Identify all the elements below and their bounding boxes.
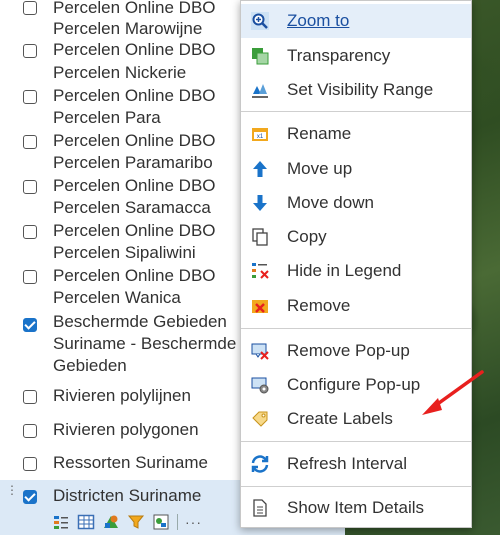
menu-item-remove-popup[interactable]: Remove Pop-up — [241, 334, 471, 368]
toolbar-divider — [177, 514, 178, 530]
layer-label: Percelen Para — [53, 108, 161, 127]
menu-item-configure-popup[interactable]: Configure Pop-up — [241, 368, 471, 402]
copy-icon — [249, 226, 271, 248]
zoom-to-icon — [249, 10, 271, 32]
refresh-icon — [249, 453, 271, 475]
layer-label: Suriname - Beschermde — [53, 334, 237, 353]
layer-label: Beschermde Gebieden — [53, 312, 227, 331]
menu-item-label: Show Item Details — [287, 498, 424, 517]
transparency-icon — [249, 45, 271, 67]
layer-label: Percelen Marowijne — [53, 19, 203, 38]
menu-item-label: Move up — [287, 159, 353, 178]
arrow-down-icon — [249, 192, 271, 214]
filter-icon[interactable] — [127, 513, 145, 531]
menu-item-label: Remove — [287, 296, 351, 315]
menu-item-label: Set Visibility Range — [287, 80, 434, 99]
more-options-icon[interactable]: ··· — [185, 514, 202, 530]
layer-label: Percelen Online DBO — [53, 40, 216, 59]
menu-item-show-item-details[interactable]: Show Item Details — [241, 491, 471, 525]
menu-item-move-down[interactable]: Move down — [241, 186, 471, 220]
menu-separator — [241, 111, 471, 112]
menu-item-label: Copy — [287, 227, 327, 246]
menu-item-zoom-to[interactable]: Zoom to — [241, 4, 471, 38]
menu-item-label: Move down — [287, 193, 374, 212]
arrow-up-icon — [249, 158, 271, 180]
rename-icon: x1 — [249, 123, 271, 145]
layer-checkbox[interactable] — [23, 424, 37, 438]
layer-checkbox[interactable] — [23, 180, 37, 194]
layer-label: Rivieren polylijnen — [53, 386, 191, 405]
layer-label: Districten Suriname — [53, 486, 202, 505]
layer-label: Percelen Paramaribo — [53, 153, 213, 172]
menu-separator — [241, 486, 471, 487]
create-labels-icon — [249, 408, 271, 430]
layer-label: Percelen Online DBO — [53, 86, 216, 105]
layer-checkbox[interactable] — [23, 90, 37, 104]
hide-legend-icon — [249, 260, 271, 282]
remove-popup-icon — [249, 340, 271, 362]
menu-item-label: Remove Pop-up — [287, 341, 410, 360]
context-menu: Zoom to Transparency Set Visibility Rang… — [240, 0, 472, 528]
layer-checkbox[interactable] — [23, 225, 37, 239]
menu-separator — [241, 441, 471, 442]
layer-checkbox[interactable] — [23, 457, 37, 471]
layer-toolbar: ··· — [52, 512, 202, 532]
layer-label: Percelen Online DBO — [53, 0, 216, 17]
menu-item-hide-in-legend[interactable]: Hide in Legend — [241, 254, 471, 288]
layer-label: Ressorten Suriname — [53, 453, 208, 472]
layer-label: Gebieden — [53, 356, 127, 375]
menu-item-set-visibility-range[interactable]: Set Visibility Range — [241, 73, 471, 107]
svg-text:x1: x1 — [257, 134, 264, 140]
layer-checkbox[interactable] — [23, 135, 37, 149]
change-style-icon[interactable] — [102, 513, 120, 531]
configure-popup-icon — [249, 374, 271, 396]
layer-label: Percelen Online DBO — [53, 131, 216, 150]
menu-item-move-up[interactable]: Move up — [241, 152, 471, 186]
item-details-icon — [249, 497, 271, 519]
menu-item-label: Rename — [287, 124, 352, 143]
menu-item-transparency[interactable]: Transparency — [241, 39, 471, 73]
menu-item-remove[interactable]: Remove — [241, 289, 471, 323]
menu-separator — [241, 328, 471, 329]
layer-label: Percelen Online DBO — [53, 266, 216, 285]
menu-item-label: Create Labels — [287, 409, 393, 428]
layer-checkbox[interactable] — [23, 270, 37, 284]
menu-item-label: Configure Pop-up — [287, 375, 421, 394]
menu-item-refresh-interval[interactable]: Refresh Interval — [241, 447, 471, 481]
layer-checkbox[interactable] — [23, 1, 37, 15]
menu-item-rename[interactable]: x1 Rename — [241, 117, 471, 151]
legend-icon[interactable] — [52, 513, 70, 531]
menu-item-label: Zoom to — [287, 11, 350, 30]
menu-item-label: Refresh Interval — [287, 454, 407, 473]
layer-checkbox-checked[interactable] — [23, 490, 37, 504]
layer-label: Percelen Wanica — [53, 288, 181, 307]
menu-item-copy[interactable]: Copy — [241, 220, 471, 254]
menu-item-create-labels[interactable]: Create Labels — [241, 402, 471, 436]
layer-checkbox[interactable] — [23, 44, 37, 58]
menu-item-label: Hide in Legend — [287, 261, 402, 280]
layer-checkbox-checked[interactable] — [23, 318, 37, 332]
layer-label: Percelen Saramacca — [53, 198, 211, 217]
layer-label: Percelen Sipaliwini — [53, 243, 196, 262]
layer-label: Rivieren polygonen — [53, 420, 199, 439]
remove-icon — [249, 295, 271, 317]
analysis-icon[interactable] — [152, 513, 170, 531]
menu-item-label: Transparency — [287, 46, 391, 65]
visibility-range-icon — [249, 79, 271, 101]
layer-label: Percelen Online DBO — [53, 221, 216, 240]
table-icon[interactable] — [77, 513, 95, 531]
drag-handle-icon[interactable]: ⋮ — [6, 484, 18, 496]
layer-label: Percelen Nickerie — [53, 63, 187, 82]
layer-checkbox[interactable] — [23, 390, 37, 404]
layer-label: Percelen Online DBO — [53, 176, 216, 195]
